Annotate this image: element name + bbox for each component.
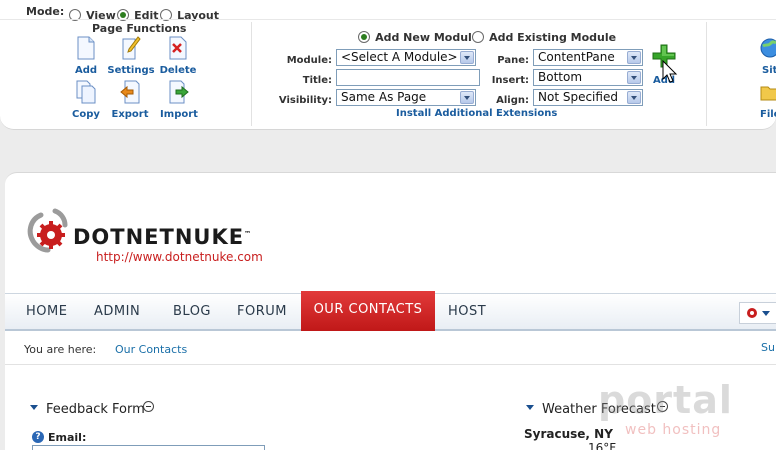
globe-icon — [760, 38, 776, 58]
nav-home[interactable]: HOME — [26, 304, 67, 319]
mode-edit-radio[interactable]: Edit — [117, 4, 159, 23]
align-select[interactable]: Not Specified — [533, 89, 643, 106]
dotnetnuke-logo-icon — [27, 208, 68, 253]
add-new-module-label: Add New Module — [375, 31, 480, 44]
import-page-button[interactable]: Import — [156, 80, 202, 122]
export-page-label: Export — [111, 109, 149, 120]
minimize-icon[interactable] — [143, 401, 154, 412]
mouse-cursor-icon — [662, 60, 678, 83]
breadcrumb-right-link[interactable]: Su — [761, 341, 775, 354]
control-panel: Mode: View Edit Layout Page Functions Ad… — [0, 0, 776, 130]
collapse-triangle-icon[interactable] — [30, 405, 38, 410]
nav-admin[interactable]: ADMIN — [94, 304, 140, 319]
collapse-triangle-icon[interactable] — [526, 405, 534, 410]
import-page-label: Import — [160, 109, 198, 120]
nav-forum[interactable]: FORUM — [237, 304, 287, 319]
visibility-label: Visibility: — [278, 95, 332, 106]
copy-page-icon — [76, 80, 96, 104]
chevron-down-icon — [627, 91, 641, 104]
export-page-button[interactable]: Export — [108, 80, 152, 122]
weather-city: Syracuse, NY — [524, 427, 613, 441]
watermark-subtitle: web hosting — [625, 422, 722, 438]
logo-url[interactable]: http://www.dotnetnuke.com — [96, 250, 263, 264]
logo-wordmark: DOTNETNUKE — [73, 225, 245, 249]
site-settings-partial-label[interactable]: Sit — [762, 65, 776, 76]
page-settings-icon — [122, 36, 141, 60]
language-selector[interactable] — [739, 302, 776, 324]
import-page-icon — [169, 80, 189, 104]
insert-select[interactable]: Bottom — [533, 69, 643, 86]
logo-text: DOTNETNUKE™ — [73, 225, 252, 249]
help-icon[interactable]: ? — [32, 431, 44, 443]
nav-blog[interactable]: BLOG — [173, 304, 211, 319]
page-functions-title: Page Functions — [92, 22, 187, 35]
add-new-module-radio[interactable]: Add New Module — [358, 26, 479, 45]
add-page-label: Add — [74, 65, 98, 76]
mode-layout-label: Layout — [177, 9, 220, 22]
breadcrumb-link[interactable]: Our Contacts — [115, 343, 187, 356]
mode-edit-label: Edit — [134, 9, 159, 22]
visibility-select[interactable]: Same As Page — [336, 89, 476, 106]
nav-host[interactable]: HOST — [448, 304, 486, 319]
module-select[interactable]: <Select A Module> — [336, 49, 476, 66]
module-label: Module: — [286, 55, 332, 66]
logo-trademark: ™ — [244, 230, 253, 238]
module-select-value: <Select A Module> — [341, 50, 458, 64]
file-manager-partial-label[interactable]: File — [760, 109, 776, 120]
add-existing-module-radio[interactable]: Add Existing Module — [472, 26, 616, 45]
mode-label: Mode: — [26, 5, 65, 18]
mode-layout-radio[interactable]: Layout — [160, 4, 219, 23]
pane-select-value: ContentPane — [538, 50, 615, 64]
add-page-button[interactable]: Add — [70, 36, 102, 78]
install-extensions-link[interactable]: Install Additional Extensions — [396, 108, 557, 119]
chevron-down-icon — [460, 91, 474, 104]
weather-temp: 16°F — [588, 441, 617, 450]
chevron-down-icon — [627, 71, 641, 84]
chevron-down-icon — [627, 51, 641, 64]
page-settings-label: Settings — [107, 65, 155, 76]
radio-icon — [472, 31, 484, 43]
align-select-value: Not Specified — [538, 90, 618, 104]
chevron-down-icon — [460, 51, 474, 64]
title-label: Title: — [302, 75, 332, 86]
insert-select-value: Bottom — [538, 70, 583, 84]
title-input[interactable] — [336, 69, 480, 86]
flag-icon — [747, 308, 757, 318]
nav-our-contacts[interactable]: OUR CONTACTS — [301, 291, 435, 331]
new-page-icon — [77, 36, 95, 60]
mode-view-radio[interactable]: View — [69, 4, 116, 23]
divider — [0, 19, 776, 20]
copy-page-label: Copy — [72, 109, 100, 120]
mode-view-label: View — [86, 9, 116, 22]
delete-page-label: Delete — [159, 65, 197, 76]
chevron-down-icon — [762, 311, 770, 316]
copy-page-button[interactable]: Copy — [70, 80, 102, 122]
folder-icon — [760, 86, 776, 101]
pane-select[interactable]: ContentPane — [533, 49, 643, 66]
breadcrumb-label: You are here: — [24, 343, 97, 356]
radio-selected-icon — [358, 31, 370, 43]
delete-page-icon — [169, 36, 187, 60]
email-label: Email: — [48, 431, 87, 444]
watermark-logo: portal — [598, 378, 733, 422]
divider — [251, 22, 252, 126]
visibility-select-value: Same As Page — [341, 90, 427, 104]
insert-label: Insert: — [491, 75, 529, 86]
email-input[interactable] — [32, 445, 265, 450]
align-label: Align: — [496, 95, 529, 106]
export-page-icon — [120, 80, 140, 104]
divider — [706, 22, 707, 126]
add-existing-module-label: Add Existing Module — [489, 31, 617, 44]
delete-page-button[interactable]: Delete — [158, 36, 198, 78]
pane-label: Pane: — [497, 55, 529, 66]
feedback-form-title: Feedback Form — [46, 402, 145, 417]
page-settings-button[interactable]: Settings — [106, 36, 156, 78]
